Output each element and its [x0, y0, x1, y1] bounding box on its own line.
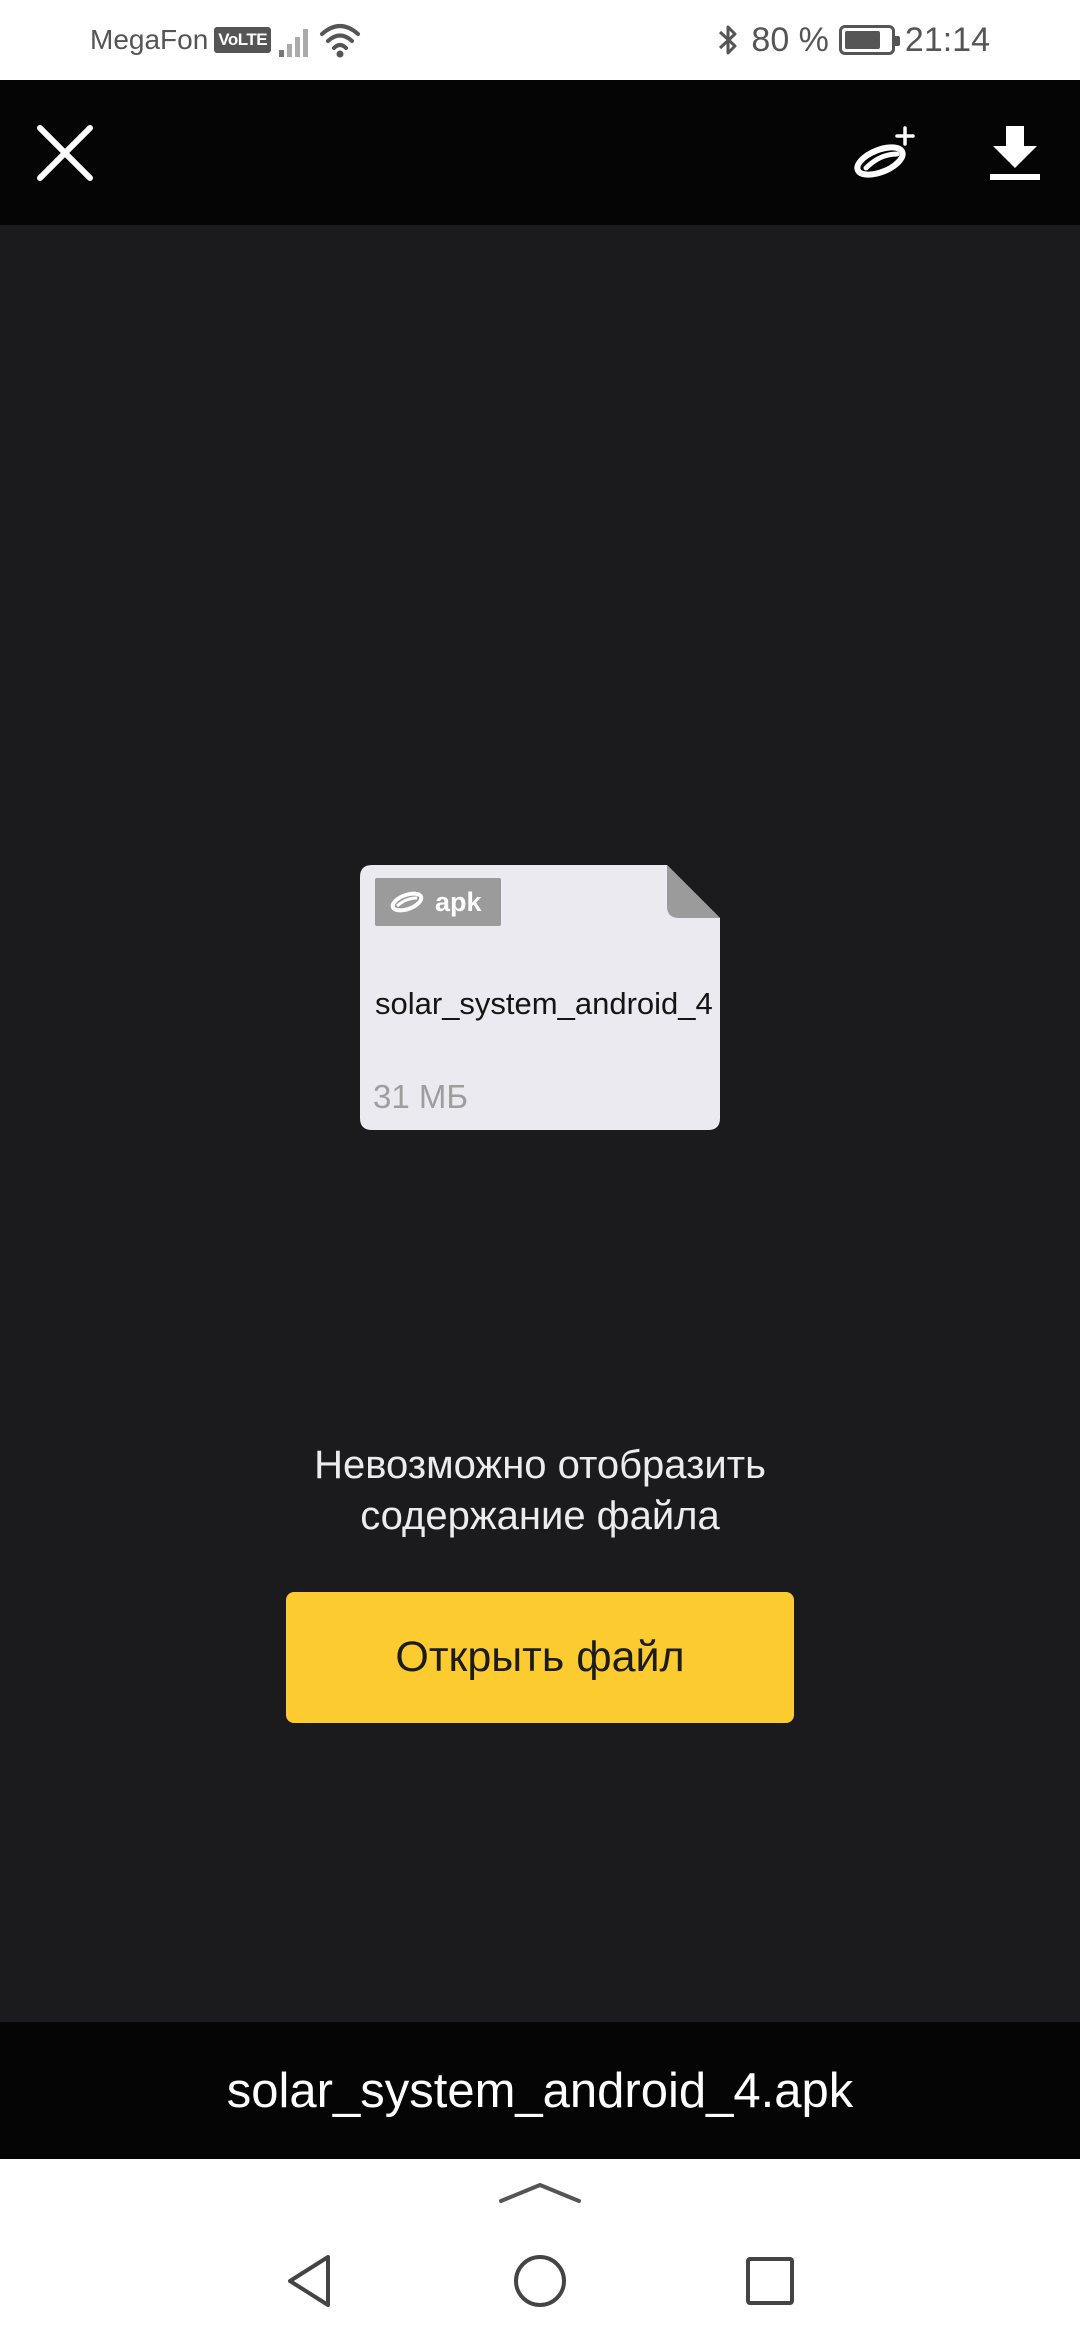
- message-line-1: Невозможно отобразить: [314, 1443, 766, 1487]
- clock: 21:14: [904, 20, 990, 59]
- unsupported-message: Невозможно отобразить содержание файла: [0, 1440, 1080, 1542]
- disk-save-icon: [854, 125, 915, 178]
- back-icon[interactable]: [280, 2251, 340, 2311]
- status-bar: MegaFon VoLTE 80 % 21:14: [0, 0, 1080, 80]
- save-to-disk-button[interactable]: [830, 80, 940, 225]
- recent-apps-icon[interactable]: [740, 2251, 800, 2311]
- file-card[interactable]: apk solar_system_android_4 31 МБ: [360, 865, 720, 1130]
- close-button[interactable]: [10, 80, 120, 225]
- home-icon[interactable]: [510, 2251, 570, 2311]
- battery-level: [844, 31, 881, 49]
- file-name: solar_system_android_4: [375, 986, 713, 1021]
- volte-badge: VoLTE: [214, 27, 272, 53]
- file-type-badge: apk: [375, 878, 501, 926]
- chevron-up-icon[interactable]: [497, 2177, 583, 2207]
- battery-percent: 80 %: [751, 20, 829, 59]
- system-nav-bar: [0, 2159, 1080, 2340]
- message-line-2: содержание файла: [360, 1494, 720, 1538]
- file-title: solar_system_android_4.apk: [226, 2063, 854, 2118]
- file-type-label: apk: [435, 886, 482, 917]
- bluetooth-icon: [719, 25, 737, 55]
- preview-area: apk solar_system_android_4 31 МБ: [0, 225, 1080, 2022]
- wifi-icon: [320, 24, 360, 58]
- download-icon: [990, 125, 1040, 180]
- carrier-name: MegaFon: [90, 24, 209, 55]
- signal-icon: [279, 29, 308, 57]
- file-title-bar: solar_system_android_4.apk: [0, 2022, 1080, 2159]
- top-toolbar: [0, 80, 1080, 225]
- status-right: 80 % 21:14: [715, 0, 990, 80]
- file-size: 31 МБ: [373, 1078, 469, 1115]
- carrier-info: MegaFon VoLTE: [90, 0, 272, 80]
- disk-logo-icon: [390, 891, 424, 913]
- download-button[interactable]: [960, 80, 1070, 225]
- close-icon: [37, 124, 93, 181]
- battery-icon: [838, 25, 900, 55]
- open-file-button[interactable]: Открыть файл: [286, 1592, 794, 1723]
